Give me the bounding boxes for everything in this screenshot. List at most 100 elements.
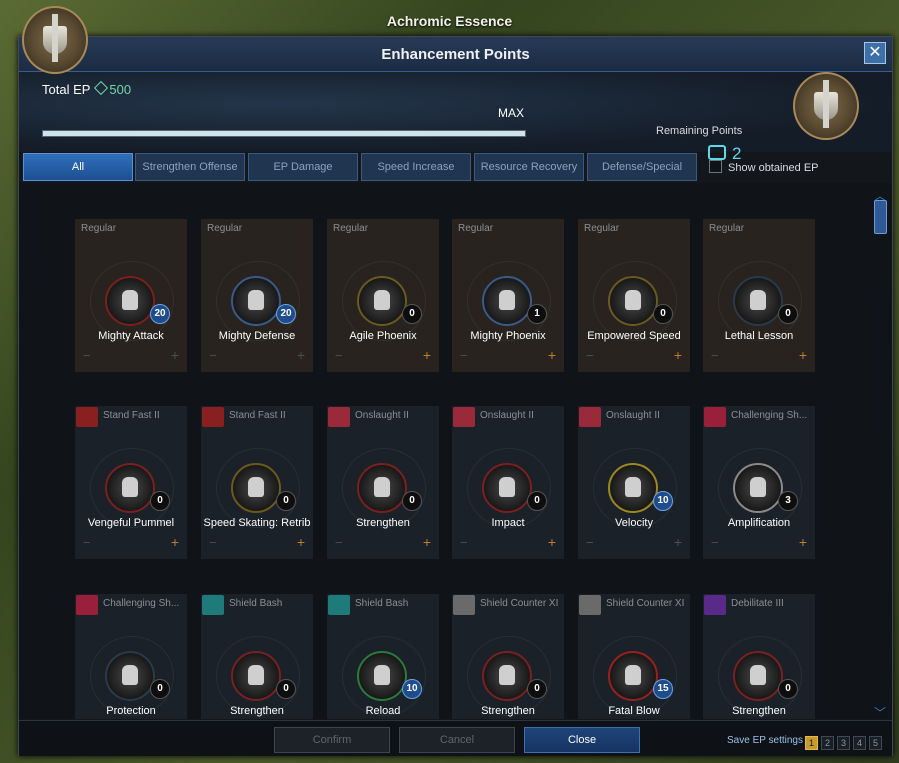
page-button[interactable]: 4 <box>853 736 866 750</box>
increase-button[interactable]: + <box>297 534 305 550</box>
titlebar: Enhancement Points ✕ <box>19 37 892 72</box>
category-icon <box>579 407 601 427</box>
card-category: Onslaught II <box>355 410 409 421</box>
ep-card[interactable]: Regular 0 Empowered Speed − + <box>578 219 690 372</box>
card-category: Onslaught II <box>606 410 660 421</box>
increase-button[interactable]: + <box>171 347 179 363</box>
total-ep-label: Total EP <box>42 82 91 97</box>
card-level: 0 <box>402 491 422 511</box>
page-button[interactable]: 5 <box>869 736 882 750</box>
tab-defense-special[interactable]: Defense/Special <box>587 153 697 181</box>
page-button[interactable]: 3 <box>837 736 850 750</box>
card-level: 20 <box>150 304 170 324</box>
card-category: Debilitate III <box>731 598 784 609</box>
close-icon[interactable]: ✕ <box>864 42 886 64</box>
skill-icon <box>482 463 532 513</box>
decrease-button[interactable]: − <box>711 348 719 363</box>
ep-card[interactable]: Regular 20 Mighty Attack − + <box>75 219 187 372</box>
increase-button[interactable]: + <box>674 534 682 550</box>
ep-card[interactable]: Onslaught II 10 Velocity − + <box>578 406 690 559</box>
show-obtained-ep-toggle[interactable]: Show obtained EP <box>709 160 819 174</box>
skill-icon <box>357 463 407 513</box>
decrease-button[interactable]: − <box>586 348 594 363</box>
skill-icon <box>105 276 155 326</box>
remaining-points-label: Remaining Points <box>656 125 743 137</box>
decrease-button[interactable]: − <box>209 535 217 550</box>
card-category: Regular <box>584 223 620 234</box>
ep-card[interactable]: Regular 0 Lethal Lesson − + <box>703 219 815 372</box>
tab-all[interactable]: All <box>23 153 133 181</box>
show-obtained-ep-label: Show obtained EP <box>728 162 819 174</box>
decrease-button[interactable]: − <box>335 348 343 363</box>
increase-button[interactable]: + <box>548 347 556 363</box>
ep-card[interactable]: Shield Counter XI0Strengthen−+ <box>452 594 564 719</box>
ep-gem-icon <box>94 80 109 96</box>
footer: Confirm Cancel Close Save EP settings 12… <box>19 720 892 756</box>
category-icon <box>76 407 98 427</box>
tab-strengthen-offense[interactable]: Strengthen Offense <box>135 153 245 181</box>
card-name: Lethal Lesson <box>724 330 794 342</box>
show-obtained-ep-checkbox[interactable] <box>709 160 722 173</box>
increase-button[interactable]: + <box>799 347 807 363</box>
close-button[interactable]: Close <box>524 727 640 753</box>
increase-button[interactable]: + <box>171 534 179 550</box>
ep-card[interactable]: Shield Bash10Reload−+ <box>327 594 439 719</box>
decrease-button[interactable]: − <box>83 348 91 363</box>
ep-card[interactable]: Debilitate III0Strengthen−+ <box>703 594 815 719</box>
decrease-button[interactable]: − <box>83 535 91 550</box>
decrease-button[interactable]: − <box>460 535 468 550</box>
card-level: 20 <box>276 304 296 324</box>
ep-card[interactable]: Regular 0 Agile Phoenix − + <box>327 219 439 372</box>
card-name: Agile Phoenix <box>349 330 417 342</box>
increase-button[interactable]: + <box>297 347 305 363</box>
card-level: 0 <box>150 491 170 511</box>
ep-card[interactable]: Stand Fast II 0 Vengeful Pummel − + <box>75 406 187 559</box>
page-button[interactable]: 1 <box>805 736 818 750</box>
decrease-button[interactable]: − <box>335 535 343 550</box>
increase-button[interactable]: + <box>548 534 556 550</box>
sword-shield-emblem-icon <box>793 72 859 140</box>
increase-button[interactable]: + <box>423 534 431 550</box>
card-level: 0 <box>276 679 296 699</box>
ep-card[interactable]: Challenging Sh...0Protection−+ <box>75 594 187 719</box>
increase-button[interactable]: + <box>674 347 682 363</box>
card-name: Vengeful Pummel <box>87 517 175 529</box>
ep-card[interactable]: Shield Counter XI15Fatal Blow−+ <box>578 594 690 719</box>
cancel-button[interactable]: Cancel <box>399 727 515 753</box>
window-title: Enhancement Points <box>381 46 530 63</box>
ep-progress-bar <box>42 130 526 137</box>
ep-card[interactable]: Stand Fast II 0 Speed Skating: Retrib − + <box>201 406 313 559</box>
ep-card[interactable]: Challenging Sh... 3 Amplification − + <box>703 406 815 559</box>
total-ep: Total EP 500 <box>42 80 131 97</box>
increase-button[interactable]: + <box>423 347 431 363</box>
page-button[interactable]: 2 <box>821 736 834 750</box>
decrease-button[interactable]: − <box>711 535 719 550</box>
confirm-button[interactable]: Confirm <box>274 727 390 753</box>
card-name: Velocity <box>615 517 653 529</box>
card-category: Onslaught II <box>480 410 534 421</box>
tab-ep-damage[interactable]: EP Damage <box>248 153 358 181</box>
scroll-thumb[interactable] <box>874 200 887 234</box>
card-name: Impact <box>491 517 525 529</box>
card-category: Regular <box>709 223 745 234</box>
skill-icon <box>482 276 532 326</box>
skill-icon <box>357 276 407 326</box>
tab-speed-increase[interactable]: Speed Increase <box>361 153 471 181</box>
ep-card[interactable]: Regular 1 Mighty Phoenix − + <box>452 219 564 372</box>
card-level: 0 <box>653 304 673 324</box>
scroll-down-icon[interactable]: ﹀ <box>874 704 886 721</box>
category-icon <box>453 595 475 615</box>
category-icon <box>328 407 350 427</box>
tab-resource-recovery[interactable]: Resource Recovery <box>474 153 584 181</box>
decrease-button[interactable]: − <box>460 348 468 363</box>
enhancement-points-window: Enhancement Points ✕ Total EP 500 MAX Rem… <box>18 36 893 756</box>
increase-button[interactable]: + <box>799 534 807 550</box>
ep-card[interactable]: Regular 20 Mighty Defense − + <box>201 219 313 372</box>
ep-card[interactable]: Shield Bash0Strengthen−+ <box>201 594 313 719</box>
ep-card[interactable]: Onslaught II 0 Impact − + <box>452 406 564 559</box>
ep-card[interactable]: Onslaught II 0 Strengthen − + <box>327 406 439 559</box>
skill-icon <box>608 276 658 326</box>
decrease-button[interactable]: − <box>209 348 217 363</box>
decrease-button[interactable]: − <box>586 535 594 550</box>
scrollbar[interactable] <box>872 200 887 710</box>
